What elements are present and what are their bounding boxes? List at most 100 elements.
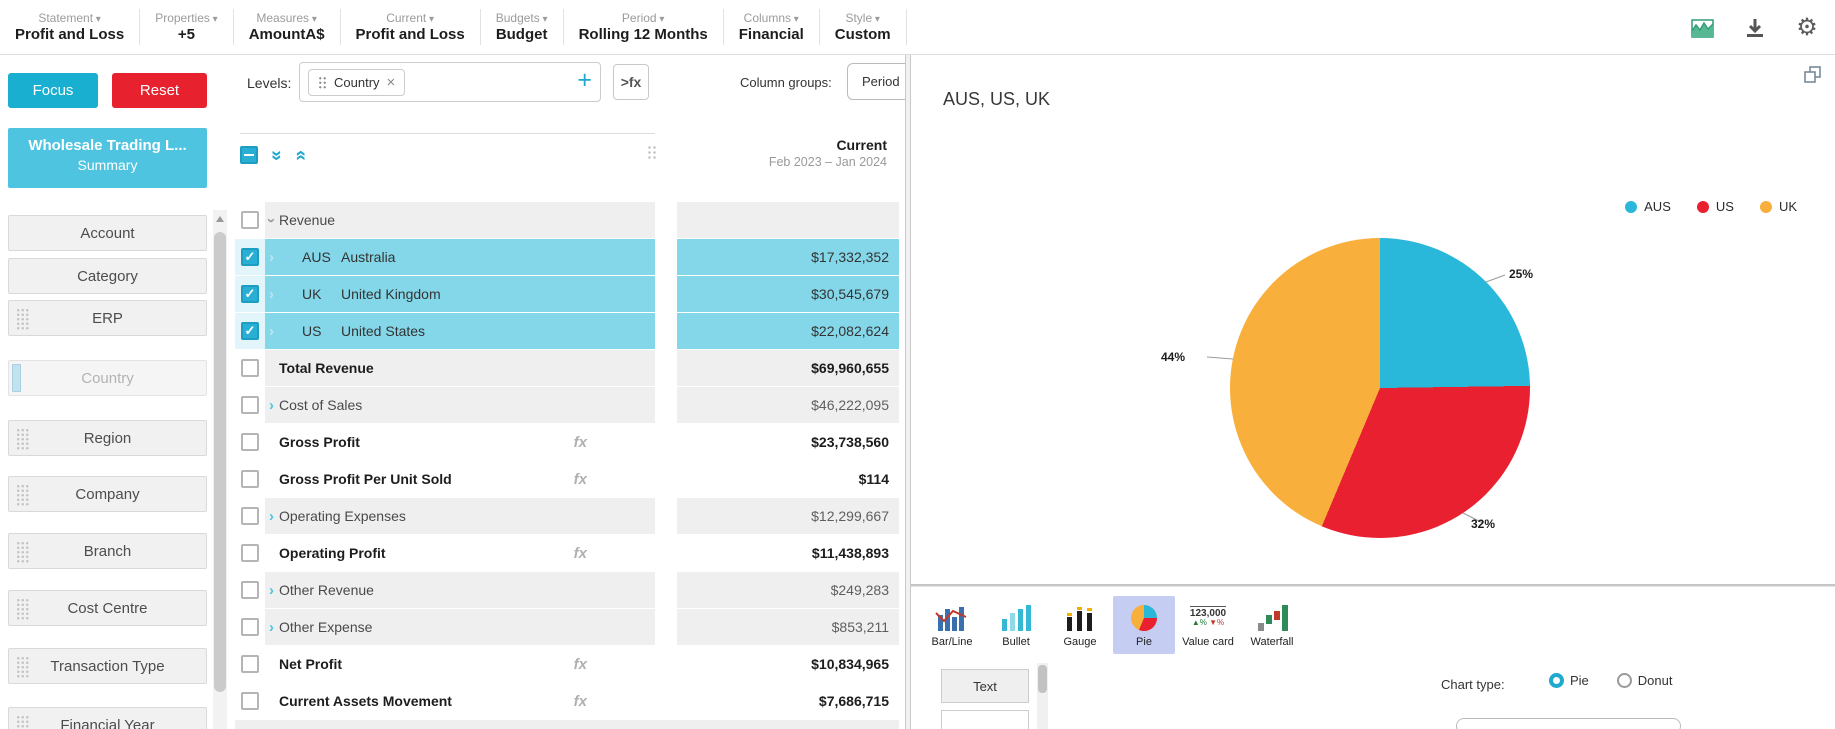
sidebar-scrollbar[interactable]	[213, 210, 227, 729]
chevron-right-icon[interactable]	[265, 508, 278, 525]
expand-all-icon[interactable]: »	[267, 150, 286, 161]
row-checkbox[interactable]	[241, 544, 259, 562]
row-checkbox[interactable]	[241, 211, 259, 229]
radio-option-donut[interactable]: Donut	[1617, 673, 1673, 688]
dropdown-partial[interactable]	[1456, 718, 1681, 729]
radio-option-pie[interactable]: Pie	[1549, 673, 1589, 688]
table-row[interactable]: Revenue	[235, 202, 905, 238]
drag-handle-icon[interactable]	[16, 598, 29, 620]
area-chart-icon[interactable]	[1691, 16, 1715, 40]
row-checkbox[interactable]	[241, 322, 259, 340]
collapse-all-icon[interactable]: »	[290, 150, 309, 161]
table-row[interactable]: Operating Profitfx$11,438,893	[235, 535, 905, 571]
drag-handle-icon[interactable]	[318, 76, 327, 90]
drag-handle-icon[interactable]	[16, 541, 29, 563]
chart-type-gauge[interactable]: Gauge	[1049, 596, 1111, 654]
legend-item-aus[interactable]: AUS	[1625, 199, 1671, 214]
drag-handle-icon[interactable]	[16, 484, 29, 506]
table-row[interactable]: Gross Profitfx$23,738,560	[235, 424, 905, 460]
radio-selected-icon[interactable]	[1549, 673, 1564, 688]
toolbar-menu-statement[interactable]: StatementProfit and Loss	[0, 9, 140, 45]
row-checkbox[interactable]	[241, 248, 259, 266]
row-checkbox[interactable]	[241, 396, 259, 414]
chart-type-bar-line[interactable]: Bar/Line	[921, 596, 983, 654]
chart-type-bullet[interactable]: Bullet	[985, 596, 1047, 654]
pie-chart[interactable]	[1230, 238, 1530, 538]
level-chip-country[interactable]: Country ×	[308, 69, 405, 96]
table-row[interactable]: Total Revenue$69,960,655	[235, 350, 905, 386]
row-checkbox[interactable]	[241, 470, 259, 488]
drag-handle-icon[interactable]	[16, 308, 29, 330]
table-row[interactable]: Other Expense$853,211	[235, 609, 905, 645]
chart-type-waterfall[interactable]: Waterfall	[1241, 596, 1303, 654]
row-checkbox[interactable]	[241, 655, 259, 673]
chevron-down-icon[interactable]	[263, 214, 280, 227]
reset-button[interactable]: Reset	[112, 73, 207, 108]
chart-type-value-card[interactable]: 123,000▲% ▼%Value card	[1177, 596, 1239, 654]
sidebar-item-cost-centre[interactable]: Cost Centre	[8, 590, 207, 626]
sidebar-item-account[interactable]: Account	[8, 215, 207, 251]
chevron-right-icon[interactable]	[265, 619, 278, 636]
row-checkbox[interactable]	[241, 692, 259, 710]
drag-handle-icon[interactable]	[16, 656, 29, 678]
settings-button-partial[interactable]	[941, 710, 1029, 729]
download-icon[interactable]	[1743, 16, 1767, 40]
focus-button[interactable]: Focus	[8, 73, 98, 108]
toolbar-menu-properties[interactable]: Properties+5	[140, 9, 234, 45]
chevron-right-icon[interactable]	[265, 582, 278, 599]
table-row[interactable]: Current Assets Movementfx$7,686,715	[235, 683, 905, 719]
select-all-checkbox[interactable]	[240, 146, 258, 164]
radio-icon[interactable]	[1617, 673, 1632, 688]
settings-scrollbar[interactable]	[1037, 663, 1048, 729]
sidebar-item-branch[interactable]: Branch	[8, 533, 207, 569]
legend-item-uk[interactable]: UK	[1760, 199, 1797, 214]
scrollbar-thumb[interactable]	[1038, 665, 1047, 693]
current-selection-block[interactable]: Wholesale Trading L... Summary	[8, 128, 207, 188]
formula-button[interactable]: >fx	[613, 64, 649, 100]
scroll-up-icon[interactable]	[216, 216, 224, 222]
expand-icon[interactable]	[1803, 65, 1823, 85]
column-group-chip-period[interactable]: Period	[847, 63, 905, 100]
table-row[interactable]: AUSAustralia$17,332,352	[235, 239, 905, 275]
row-checkbox[interactable]	[241, 285, 259, 303]
row-checkbox[interactable]	[241, 433, 259, 451]
drag-handle-icon[interactable]	[16, 428, 29, 450]
drag-handle-icon[interactable]	[16, 715, 29, 729]
sidebar-item-erp[interactable]: ERP	[8, 300, 207, 336]
table-row[interactable]: Cost of Sales$46,222,095	[235, 387, 905, 423]
sidebar-item-country[interactable]: Country	[8, 360, 207, 396]
table-row[interactable]: USUnited States$22,082,624	[235, 313, 905, 349]
legend-item-us[interactable]: US	[1697, 199, 1734, 214]
chart-type-pie[interactable]: Pie	[1113, 596, 1175, 654]
table-row[interactable]: Net Profitfx$10,834,965	[235, 646, 905, 682]
toolbar-menu-columns[interactable]: ColumnsFinancial	[724, 9, 820, 45]
column-drag-handle-icon[interactable]	[647, 145, 657, 160]
sidebar-item-category[interactable]: Category	[8, 258, 207, 294]
table-row[interactable]: Operating Expenses$12,299,667	[235, 498, 905, 534]
toolbar-menu-budgets[interactable]: BudgetsBudget	[481, 9, 564, 45]
text-settings-button[interactable]: Text	[941, 669, 1029, 703]
row-checkbox[interactable]	[241, 359, 259, 377]
sidebar-item-region[interactable]: Region	[8, 420, 207, 456]
row-checkbox[interactable]	[241, 581, 259, 599]
row-checkbox[interactable]	[241, 507, 259, 525]
gear-icon[interactable]: ⚙	[1795, 16, 1819, 40]
table-row[interactable]: Other Revenue$249,283	[235, 572, 905, 608]
toolbar-menu-style[interactable]: StyleCustom	[820, 9, 907, 45]
table-row[interactable]: UKUnited Kingdom$30,545,679	[235, 276, 905, 312]
chart-settings-splitter[interactable]	[911, 584, 1835, 587]
table-row[interactable]: Gross Profit Per Unit Soldfx$114	[235, 461, 905, 497]
add-level-button[interactable]: +	[577, 66, 592, 95]
row-checkbox[interactable]	[241, 618, 259, 636]
scrollbar-thumb[interactable]	[214, 232, 226, 692]
sidebar-item-financial-year[interactable]: Financial Year	[8, 707, 207, 729]
chevron-right-icon[interactable]	[265, 397, 278, 414]
toolbar-menu-period[interactable]: PeriodRolling 12 Months	[564, 9, 724, 45]
remove-level-icon[interactable]: ×	[387, 74, 396, 91]
sidebar-item-company[interactable]: Company	[8, 476, 207, 512]
toolbar-menu-current[interactable]: CurrentProfit and Loss	[341, 9, 481, 45]
sidebar-item-transaction-type[interactable]: Transaction Type	[8, 648, 207, 684]
toolbar-menu-measures[interactable]: MeasuresAmountA$	[234, 9, 341, 45]
levels-box[interactable]: Country × +	[299, 62, 601, 102]
current-column-header[interactable]: Current Feb 2023 – Jan 2024	[675, 137, 897, 169]
